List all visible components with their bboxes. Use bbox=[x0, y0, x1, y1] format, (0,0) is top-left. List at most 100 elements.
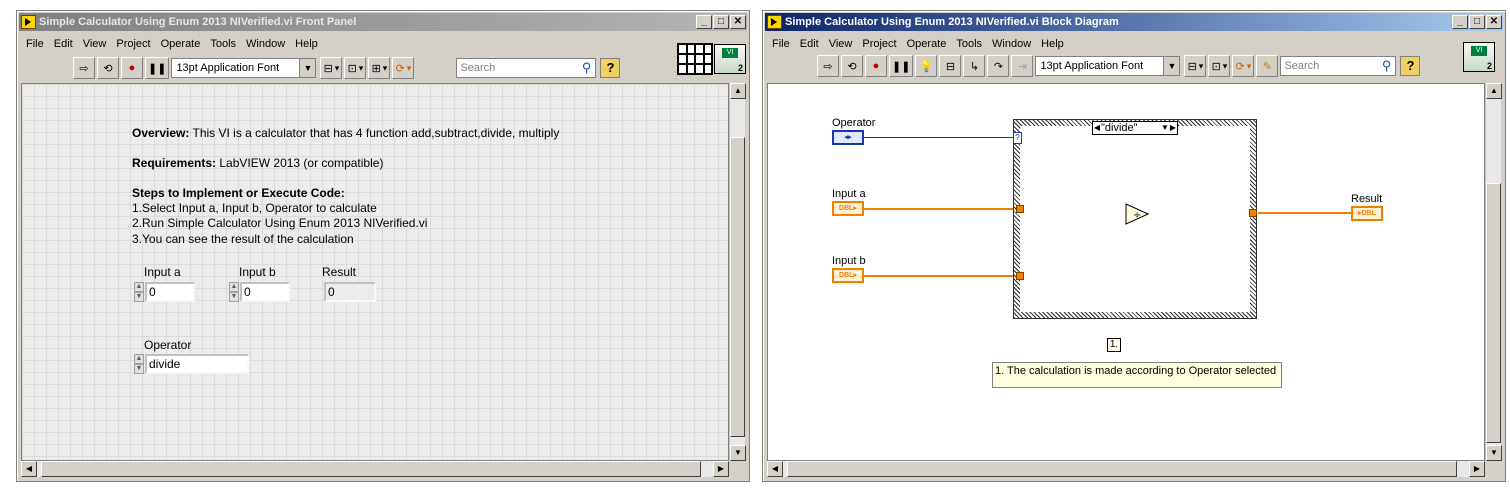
front-panel-horizontal-scrollbar[interactable]: ◀ ▶ bbox=[21, 461, 729, 477]
front-panel-titlebar[interactable]: Simple Calculator Using Enum 2013 NIVeri… bbox=[19, 13, 747, 31]
input-b-tunnel[interactable] bbox=[1016, 272, 1024, 280]
step-out-icon[interactable]: ⇥ bbox=[1011, 55, 1034, 77]
input-a-dbl-terminal[interactable]: DBL▸ bbox=[832, 201, 864, 216]
reorder-icon[interactable]: ⟳ bbox=[1232, 55, 1255, 77]
pause-icon[interactable]: ❚❚ bbox=[145, 57, 170, 79]
result-wire-outer[interactable] bbox=[1258, 212, 1351, 214]
input-b-wire-outer[interactable] bbox=[864, 275, 1016, 277]
menu-view[interactable]: View bbox=[824, 38, 858, 50]
scroll-up-icon[interactable]: ▲ bbox=[1486, 83, 1502, 99]
horizontal-scroll-thumb[interactable] bbox=[787, 461, 1457, 477]
scroll-left-icon[interactable]: ◀ bbox=[21, 461, 37, 477]
scroll-right-icon[interactable]: ▶ bbox=[713, 461, 729, 477]
vi-icon[interactable]: VI 2 bbox=[714, 44, 746, 74]
input-a-field[interactable]: 0 bbox=[145, 282, 195, 302]
pause-icon[interactable]: ❚❚ bbox=[889, 55, 914, 77]
run-arrow-icon[interactable]: ⇨ bbox=[817, 55, 839, 77]
step-into-icon[interactable]: ↳ bbox=[963, 55, 986, 77]
step-over-icon[interactable]: ↷ bbox=[987, 55, 1010, 77]
input-a-tunnel[interactable] bbox=[1016, 205, 1024, 213]
run-arrow-icon[interactable]: ⇨ bbox=[73, 57, 95, 79]
labview-app-icon[interactable] bbox=[21, 15, 36, 29]
result-dbl-terminal[interactable]: ▸DBL bbox=[1351, 206, 1383, 221]
menu-tools[interactable]: Tools bbox=[205, 38, 241, 50]
minimize-button[interactable]: _ bbox=[1452, 15, 1468, 29]
front-panel-title: Simple Calculator Using Enum 2013 NIVeri… bbox=[39, 16, 357, 28]
vi-icon[interactable]: VI 2 bbox=[1463, 42, 1495, 72]
menu-window[interactable]: Window bbox=[987, 38, 1036, 50]
input-b-dbl-terminal[interactable]: DBL▸ bbox=[832, 268, 864, 283]
input-a-wire-outer[interactable] bbox=[864, 208, 1016, 210]
reorder-icon[interactable]: ⟳ bbox=[392, 57, 415, 79]
help-icon[interactable]: ? bbox=[1400, 56, 1421, 76]
scroll-up-icon[interactable]: ▲ bbox=[730, 83, 746, 99]
menu-edit[interactable]: Edit bbox=[49, 38, 78, 50]
resize-grip-icon[interactable] bbox=[729, 461, 745, 477]
case-prev-icon[interactable]: ◀ bbox=[1093, 122, 1101, 134]
menu-project[interactable]: Project bbox=[857, 38, 901, 50]
menu-tools[interactable]: Tools bbox=[951, 38, 987, 50]
align-objects-icon[interactable]: ⊟ bbox=[320, 57, 343, 79]
block-diagram-titlebar[interactable]: Simple Calculator Using Enum 2013 NIVeri… bbox=[765, 13, 1503, 31]
font-selector[interactable]: 13pt Application Font ▼ bbox=[1035, 56, 1181, 76]
distribute-objects-icon[interactable]: ⊡ bbox=[344, 57, 367, 79]
menu-help[interactable]: Help bbox=[1036, 38, 1069, 50]
distribute-objects-icon[interactable]: ⊡ bbox=[1208, 55, 1231, 77]
run-continuously-icon[interactable]: ⟲ bbox=[97, 57, 119, 79]
scroll-down-icon[interactable]: ▼ bbox=[730, 445, 746, 461]
minimize-button[interactable]: _ bbox=[696, 15, 712, 29]
front-panel-canvas[interactable]: Overview: This VI is a calculator that h… bbox=[21, 83, 729, 461]
menu-project[interactable]: Project bbox=[111, 38, 155, 50]
block-diagram-canvas[interactable]: Operator ◂▸ Input a DBL▸ Input b DBL▸ Re… bbox=[767, 83, 1485, 461]
block-diagram-horizontal-scrollbar[interactable]: ◀ ▶ bbox=[767, 461, 1485, 477]
vertical-scroll-thumb[interactable] bbox=[1486, 183, 1501, 443]
close-button[interactable]: ✕ bbox=[730, 15, 746, 29]
close-button[interactable]: ✕ bbox=[1486, 15, 1502, 29]
menu-operate[interactable]: Operate bbox=[156, 38, 206, 50]
clean-up-diagram-icon[interactable]: ✎ bbox=[1256, 55, 1279, 77]
align-objects-icon[interactable]: ⊟ bbox=[1184, 55, 1207, 77]
resize-objects-icon[interactable]: ⊞ bbox=[368, 57, 391, 79]
abort-icon[interactable]: ● bbox=[865, 55, 887, 77]
menu-operate[interactable]: Operate bbox=[902, 38, 952, 50]
operator-wire[interactable] bbox=[864, 137, 1014, 138]
menu-file[interactable]: File bbox=[21, 38, 49, 50]
search-input[interactable]: Search ⚲ bbox=[1280, 56, 1397, 76]
help-icon[interactable]: ? bbox=[600, 58, 621, 78]
scroll-right-icon[interactable]: ▶ bbox=[1469, 461, 1485, 477]
divide-node-icon[interactable]: ÷ bbox=[1125, 203, 1149, 225]
labview-app-icon[interactable] bbox=[767, 15, 782, 29]
block-diagram-vertical-scrollbar[interactable]: ▲ ▼ bbox=[1485, 83, 1502, 461]
case-selector[interactable]: ◀ "divide" ▼ ▶ bbox=[1092, 121, 1178, 135]
horizontal-scroll-thumb[interactable] bbox=[41, 461, 701, 477]
menu-view[interactable]: View bbox=[78, 38, 112, 50]
input-a-spinner[interactable]: ▲ ▼ bbox=[134, 282, 144, 302]
highlight-execution-icon[interactable]: 💡 bbox=[915, 55, 938, 77]
maximize-button[interactable]: □ bbox=[713, 15, 729, 29]
case-next-icon[interactable]: ▶ bbox=[1169, 122, 1177, 134]
input-b-field[interactable]: 0 bbox=[240, 282, 290, 302]
menu-edit[interactable]: Edit bbox=[795, 38, 824, 50]
case-selector-terminal[interactable]: ? bbox=[1013, 132, 1022, 144]
retain-wire-values-icon[interactable]: ⊟ bbox=[939, 55, 962, 77]
font-selector[interactable]: 13pt Application Font ▼ bbox=[171, 58, 317, 78]
result-tunnel[interactable] bbox=[1249, 209, 1257, 217]
vertical-scroll-thumb[interactable] bbox=[730, 137, 745, 437]
maximize-button[interactable]: □ bbox=[1469, 15, 1485, 29]
operator-spinner[interactable]: ▲ ▼ bbox=[134, 354, 144, 374]
operator-enum-terminal[interactable]: ◂▸ bbox=[832, 130, 864, 145]
scroll-down-icon[interactable]: ▼ bbox=[1486, 445, 1502, 461]
chevron-down-icon[interactable]: ▼ bbox=[1161, 122, 1169, 134]
search-input[interactable]: Search ⚲ bbox=[456, 58, 597, 78]
run-continuously-icon[interactable]: ⟲ bbox=[841, 55, 863, 77]
connector-pane-icon[interactable] bbox=[677, 43, 713, 75]
operator-field[interactable]: divide bbox=[145, 354, 249, 374]
abort-icon[interactable]: ● bbox=[121, 57, 143, 79]
input-b-spinner[interactable]: ▲ ▼ bbox=[229, 282, 239, 302]
scroll-left-icon[interactable]: ◀ bbox=[767, 461, 783, 477]
menu-window[interactable]: Window bbox=[241, 38, 290, 50]
resize-grip-icon[interactable] bbox=[1485, 461, 1501, 477]
menu-help[interactable]: Help bbox=[290, 38, 323, 50]
menu-file[interactable]: File bbox=[767, 38, 795, 50]
front-panel-vertical-scrollbar[interactable]: ▲ ▼ bbox=[729, 83, 746, 461]
